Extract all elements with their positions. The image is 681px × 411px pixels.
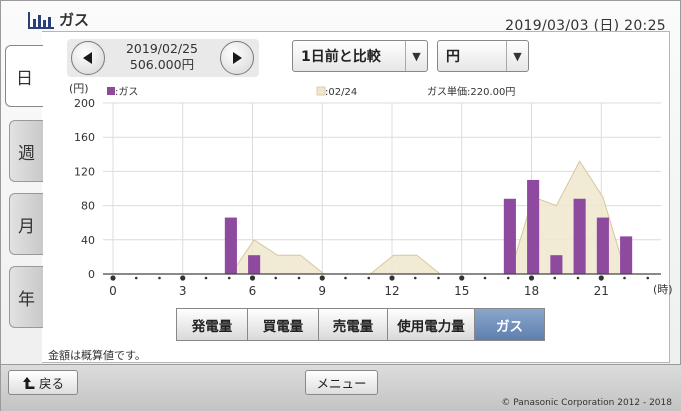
hour-marker bbox=[249, 275, 256, 281]
hour-marker bbox=[297, 276, 301, 280]
compare-select-value: 1日前と比較 bbox=[301, 49, 381, 65]
legend-previous: :02/24 bbox=[325, 87, 357, 98]
compare-select[interactable]: 1日前と比較 ▼ bbox=[292, 40, 428, 72]
back-button-label: 戻る bbox=[38, 376, 64, 391]
back-button[interactable]: 戻る bbox=[8, 370, 78, 395]
page-title: ガス bbox=[59, 11, 90, 29]
legend-current: :ガス bbox=[115, 86, 138, 98]
y-tick-label: 0 bbox=[88, 268, 95, 281]
copyright: © Panasonic Corporation 2012 - 2018 bbox=[501, 398, 672, 408]
unit-select[interactable]: 円 ▼ bbox=[437, 40, 529, 72]
x-axis-unit: (時) bbox=[653, 283, 673, 296]
hour-marker bbox=[576, 276, 580, 280]
bar-hour-19[interactable] bbox=[550, 255, 563, 274]
bar-hour-22[interactable] bbox=[620, 236, 633, 274]
bar-chart-icon bbox=[28, 11, 54, 29]
prev-day-button[interactable] bbox=[71, 41, 105, 75]
hour-marker bbox=[344, 276, 347, 280]
tab-week[interactable]: 週 bbox=[9, 120, 43, 182]
hour-marker bbox=[413, 276, 417, 280]
hour-marker bbox=[389, 275, 395, 281]
category-consumption-button[interactable]: 使用電力量 bbox=[387, 308, 475, 341]
date-display: 2019/02/25 506.000円 bbox=[105, 41, 219, 73]
hour-marker bbox=[483, 276, 487, 280]
legend-swatch-previous bbox=[316, 86, 326, 96]
hour-marker bbox=[598, 275, 604, 281]
app-title: ガス bbox=[27, 9, 89, 30]
x-tick-label: 12 bbox=[384, 284, 399, 298]
hour-marker bbox=[110, 275, 116, 281]
x-tick-label: 21 bbox=[594, 284, 609, 298]
estimate-note: 金額は概算値です。 bbox=[48, 349, 146, 362]
y-axis-unit: (円) bbox=[69, 82, 89, 95]
hour-marker bbox=[319, 275, 325, 281]
y-tick-label: 200 bbox=[74, 97, 95, 110]
category-sale-button[interactable]: 売電量 bbox=[318, 308, 388, 341]
comparison-area bbox=[114, 160, 650, 275]
hour-marker bbox=[134, 276, 138, 280]
category-gas-button[interactable]: ガス bbox=[474, 308, 545, 341]
x-tick-label: 15 bbox=[454, 284, 469, 298]
hour-marker bbox=[506, 276, 510, 280]
hour-marker bbox=[623, 276, 626, 280]
hour-marker bbox=[204, 276, 208, 280]
x-tick-label: 6 bbox=[249, 284, 257, 298]
chevron-down-icon: ▼ bbox=[405, 41, 427, 71]
next-day-button[interactable] bbox=[220, 41, 254, 75]
x-tick-label: 18 bbox=[524, 284, 539, 298]
category-generation-button[interactable]: 発電量 bbox=[176, 308, 248, 341]
bar-hour-21[interactable] bbox=[596, 217, 609, 274]
legend-unit-price: ガス単価:220.00円 bbox=[427, 85, 515, 98]
hour-marker bbox=[274, 276, 278, 280]
tab-month[interactable]: 月 bbox=[9, 193, 43, 255]
hour-marker bbox=[553, 276, 557, 280]
unit-select-value: 円 bbox=[446, 49, 460, 65]
y-tick-label: 120 bbox=[74, 165, 95, 178]
hour-marker bbox=[227, 276, 231, 280]
left-arrow-icon bbox=[83, 52, 92, 64]
footer-bar: 戻る メニュー © Panasonic Corporation 2012 - 2… bbox=[1, 364, 681, 411]
y-tick-label: 40 bbox=[81, 234, 95, 247]
hour-marker bbox=[158, 276, 161, 280]
hour-marker bbox=[367, 276, 371, 280]
total-amount: 506.000円 bbox=[129, 57, 195, 72]
right-arrow-icon bbox=[233, 52, 242, 64]
y-tick-label: 80 bbox=[81, 200, 95, 213]
hour-marker bbox=[459, 275, 465, 281]
bar-hour-17[interactable] bbox=[503, 198, 516, 274]
hour-marker bbox=[528, 275, 535, 281]
return-arrow-icon bbox=[22, 376, 35, 389]
hour-marker bbox=[437, 276, 440, 280]
bar-hour-18[interactable] bbox=[527, 179, 540, 274]
hour-marker bbox=[180, 275, 186, 281]
bar-hour-5[interactable] bbox=[224, 217, 237, 274]
bar-hour-6[interactable] bbox=[248, 255, 261, 274]
selected-date: 2019/02/25 bbox=[125, 41, 199, 56]
x-tick-label: 9 bbox=[318, 284, 326, 298]
usage-chart: (円) :ガス :02/24 ガス単価:220.00円 0 40 80 120 160 200 0 3… bbox=[69, 82, 673, 298]
y-tick-label: 160 bbox=[74, 131, 95, 144]
x-tick-label: 0 bbox=[109, 284, 117, 298]
x-tick-label: 3 bbox=[179, 284, 187, 298]
category-selector: 発電量 買電量 売電量 使用電力量 ガス bbox=[176, 308, 545, 341]
bar-hour-20[interactable] bbox=[573, 198, 586, 274]
hour-marker bbox=[646, 276, 650, 280]
tab-day[interactable]: 日 bbox=[5, 45, 43, 107]
category-purchase-button[interactable]: 買電量 bbox=[247, 308, 319, 341]
legend-swatch-current bbox=[107, 87, 115, 95]
menu-button[interactable]: メニュー bbox=[305, 370, 378, 395]
screen: ガス 2019/03/03 (日) 20:25 日 週 月 年 2019/02/… bbox=[0, 0, 681, 411]
tab-year[interactable]: 年 bbox=[9, 266, 43, 328]
chevron-down-icon: ▼ bbox=[506, 41, 528, 71]
